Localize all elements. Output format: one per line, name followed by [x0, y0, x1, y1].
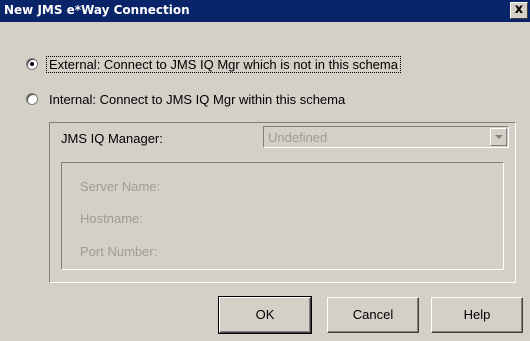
chevron-down-icon — [495, 135, 503, 139]
title-bar: New JMS e*Way Connection x — [0, 0, 530, 22]
jms-iq-manager-label: JMS IQ Manager: — [61, 131, 163, 146]
hostname-label: Hostname: — [80, 211, 143, 226]
external-radio-button[interactable] — [26, 58, 38, 70]
internal-radio-label[interactable]: Internal: Connect to JMS IQ Mgr within t… — [47, 92, 347, 107]
help-button[interactable]: Help — [431, 297, 523, 333]
window-title: New JMS e*Way Connection — [4, 3, 190, 17]
jms-iq-manager-select[interactable]: Undefined — [263, 126, 509, 148]
dropdown-arrow-button[interactable] — [490, 128, 507, 146]
port-number-label: Port Number: — [80, 244, 158, 259]
radio-selected-dot — [30, 62, 34, 66]
close-button[interactable]: x — [510, 2, 528, 19]
external-radio-label[interactable]: External: Connect to JMS IQ Mgr which is… — [46, 56, 401, 73]
jms-iq-manager-value: Undefined — [268, 130, 328, 145]
cancel-button[interactable]: Cancel — [327, 297, 419, 333]
server-name-label: Server Name: — [80, 179, 161, 194]
internal-radio-button[interactable] — [26, 93, 38, 105]
ok-button[interactable]: OK — [218, 296, 312, 334]
